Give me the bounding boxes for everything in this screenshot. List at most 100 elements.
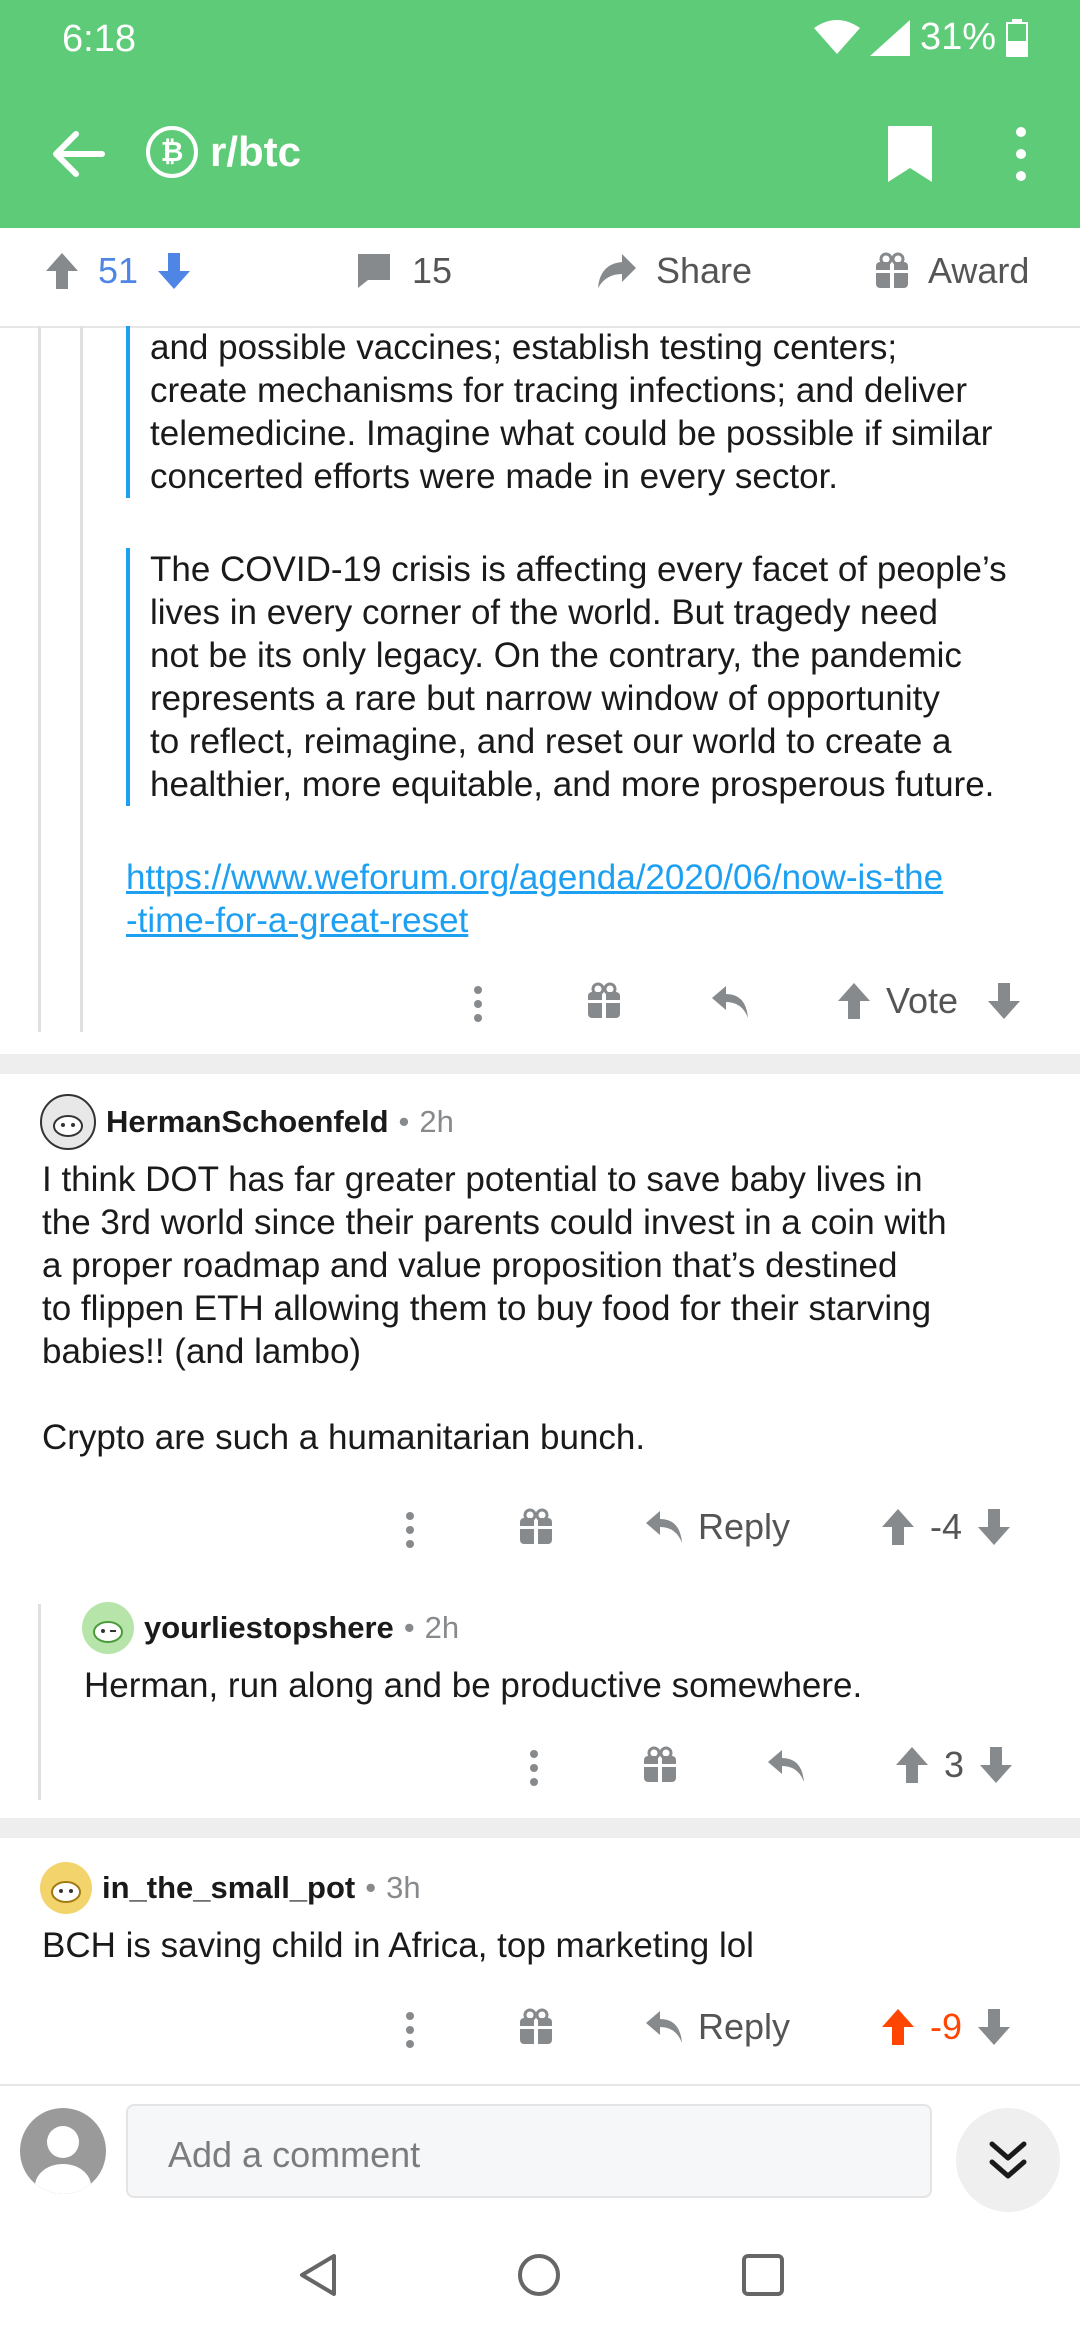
comment-actions: Reply -9: [0, 1996, 1080, 2060]
battery-icon: [1006, 18, 1028, 57]
collapse-button[interactable]: [956, 2108, 1060, 2212]
snoo-avatar-icon: [53, 1115, 83, 1137]
reply-icon[interactable]: [766, 1748, 806, 1784]
comment-line: babies!! (and lambo): [42, 1332, 362, 1371]
comment-score: -9: [930, 2006, 963, 2047]
comment-body: I think DOT has far greater potential to…: [42, 1158, 1042, 1459]
quote-line: healthier, more equitable, and more pros…: [150, 765, 995, 804]
more-options-icon[interactable]: [470, 986, 486, 1022]
quote-line: telemedicine. Imagine what could be poss…: [150, 414, 993, 453]
nav-home-icon[interactable]: [516, 2252, 562, 2298]
battery-percent: 31%: [919, 16, 996, 58]
gift-icon: [876, 252, 908, 288]
vote-group: Vote: [836, 980, 1022, 1022]
share-icon: [598, 254, 636, 288]
quote-line: to reflect, reimagine, and reset our wor…: [150, 722, 952, 761]
back-arrow-icon[interactable]: [42, 118, 114, 190]
external-link[interactable]: https://www.weforum.org/agenda/2020/06/n…: [126, 856, 943, 942]
signal-icon: [869, 19, 910, 56]
subreddit-icon[interactable]: ₿: [146, 126, 198, 178]
quote-line: lives in every corner of the world. But …: [150, 593, 938, 632]
comment-author[interactable]: yourliestopshere: [144, 1610, 394, 1646]
upvote-icon[interactable]: [894, 1745, 930, 1785]
nav-back-icon[interactable]: [296, 2252, 342, 2298]
gift-icon[interactable]: [518, 1508, 554, 1546]
downvote-icon[interactable]: [976, 2007, 1012, 2047]
upvote-icon[interactable]: [880, 2007, 916, 2047]
reply-label: Reply: [698, 1506, 791, 1547]
share-label: Share: [656, 250, 753, 291]
thread-line: [38, 326, 41, 1032]
comment-actions: 3: [0, 1734, 1080, 1798]
system-nav-bar: [0, 2214, 1080, 2340]
comment-age: 2h: [424, 1610, 460, 1645]
reply-button[interactable]: Reply: [644, 2006, 790, 2048]
downvote-icon[interactable]: [976, 1507, 1012, 1547]
status-icons: 31%: [813, 16, 1028, 59]
snoo-avatar-icon: [93, 1621, 123, 1643]
status-bar: 6:18 31%: [0, 0, 1080, 80]
quote-line: The COVID-19 crisis is affecting every f…: [150, 550, 1007, 589]
link-line: -time-for-a-great-reset: [126, 901, 469, 940]
downvote-icon[interactable]: [978, 1745, 1014, 1785]
subreddit-name[interactable]: r/btc: [210, 128, 301, 176]
reply-button[interactable]: Reply: [644, 1506, 790, 1548]
avatar[interactable]: [82, 1602, 134, 1654]
share-button[interactable]: Share: [596, 250, 752, 292]
upvote-icon[interactable]: [836, 981, 872, 1021]
comment-line: Crypto are such a humanitarian bunch.: [42, 1418, 646, 1457]
comment-header: HermanSchoenfeld • 2h: [40, 1094, 454, 1150]
more-options-icon[interactable]: [1006, 124, 1036, 184]
comment-line: I think DOT has far greater potential to…: [42, 1160, 923, 1199]
more-options-icon[interactable]: [402, 2012, 418, 2048]
gift-icon[interactable]: [518, 2008, 554, 2046]
more-options-icon[interactable]: [526, 1750, 542, 1786]
gift-icon[interactable]: [642, 1746, 678, 1784]
thread-line: [80, 326, 83, 1032]
vote-label: Vote: [886, 980, 959, 1021]
reply-label: Reply: [698, 2006, 791, 2047]
avatar[interactable]: [40, 1094, 96, 1150]
comment-author[interactable]: HermanSchoenfeld: [106, 1104, 389, 1140]
comment-age: 3h: [386, 1870, 421, 1905]
blockquote: The COVID-19 crisis is affecting every f…: [126, 548, 1070, 806]
comment-composer: Add a comment: [0, 2084, 1080, 2216]
comment-actions: Reply -4: [0, 1496, 1080, 1560]
award-label: Award: [928, 250, 1030, 291]
comment-header: in_the_small_pot • 3h: [40, 1862, 421, 1914]
downvote-icon[interactable]: [156, 251, 192, 291]
post-action-bar: 51 15 Share Award: [0, 228, 1080, 328]
comment-score: -4: [930, 1506, 963, 1547]
comment-author[interactable]: in_the_small_pot: [102, 1870, 355, 1906]
double-chevron-down-icon: [989, 2141, 1027, 2179]
quote-line: represents a rare but narrow window of o…: [150, 679, 940, 718]
bookmark-icon[interactable]: [884, 124, 936, 184]
vote-group: -4: [880, 1506, 1012, 1548]
comments-count: 15: [412, 250, 453, 291]
nav-recents-icon[interactable]: [740, 2252, 786, 2298]
quote-line: not be its only legacy. On the contrary,…: [150, 636, 962, 675]
add-comment-input[interactable]: Add a comment: [126, 2104, 932, 2198]
wifi-icon: [813, 19, 860, 54]
comment-bubble-icon: [358, 254, 390, 288]
reply-icon[interactable]: [710, 984, 750, 1020]
link-line: https://www.weforum.org/agenda/2020/06/n…: [126, 858, 944, 897]
quote-line: create mechanisms for tracing infections…: [150, 371, 968, 410]
reply-icon: [646, 2011, 682, 2043]
upvote-icon[interactable]: [44, 251, 80, 291]
comment-actions: Vote: [0, 970, 1080, 1034]
comment-line: to flippen ETH allowing them to buy food…: [42, 1289, 932, 1328]
post-score: 51: [98, 250, 139, 291]
upvote-icon[interactable]: [880, 1507, 916, 1547]
user-avatar[interactable]: [20, 2108, 106, 2194]
comment-line: the 3rd world since their parents could …: [42, 1203, 947, 1242]
more-options-icon[interactable]: [402, 1512, 418, 1548]
avatar[interactable]: [40, 1862, 92, 1914]
award-button[interactable]: Award: [874, 250, 1029, 292]
comment-separator: [0, 1818, 1080, 1838]
comments-count-button[interactable]: 15: [354, 250, 452, 292]
comment-body: Herman, run along and be productive some…: [84, 1666, 863, 1705]
gift-icon[interactable]: [586, 982, 622, 1020]
blockquote: and possible vaccines; establish testing…: [126, 326, 1070, 498]
downvote-icon[interactable]: [986, 981, 1022, 1021]
